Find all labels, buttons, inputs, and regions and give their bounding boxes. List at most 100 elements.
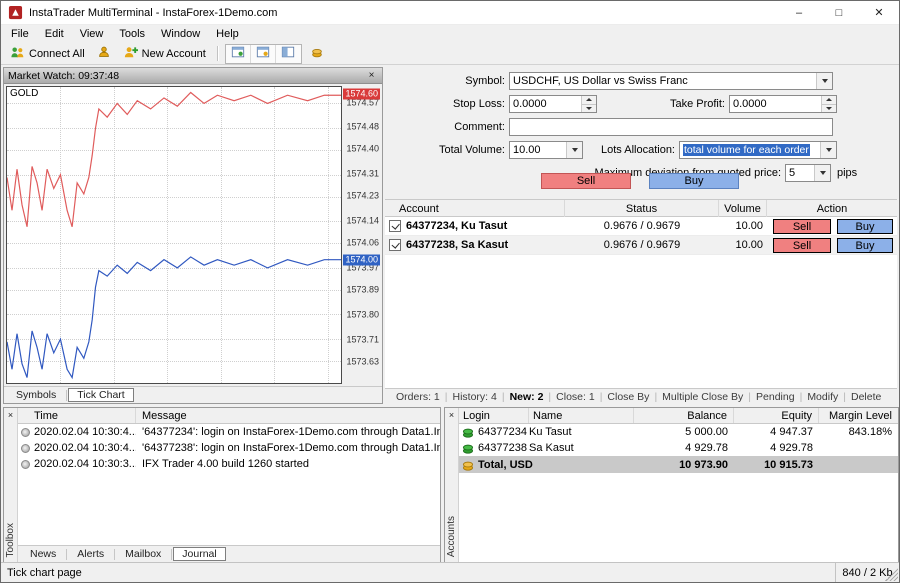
- accounts-panel: × Accounts Login Name Balance Equity Mar…: [444, 407, 899, 563]
- journal-entry-icon: [21, 460, 30, 469]
- table-row[interactable]: 64377234, Ku Tasut 0.9676 / 0.9679 10.00…: [385, 217, 897, 236]
- journal-entry-icon: [21, 428, 30, 437]
- close-button[interactable]: ✕: [859, 1, 899, 25]
- deviation-select[interactable]: 5: [785, 164, 831, 182]
- journal-row[interactable]: 2020.02.04 10:30:4... '64377238': login …: [18, 440, 440, 456]
- menu-file[interactable]: File: [3, 27, 37, 41]
- connect-all-button[interactable]: Connect All: [4, 44, 91, 64]
- take-profit-up-icon[interactable]: [822, 96, 836, 105]
- tab-symbols[interactable]: Symbols: [7, 388, 65, 402]
- accounts-action-table: Account Status Volume Action 64377234, K…: [385, 199, 897, 388]
- tab-tick-chart[interactable]: Tick Chart: [68, 388, 133, 402]
- header-action: Action: [767, 200, 897, 217]
- journal-row[interactable]: 2020.02.04 10:30:4... '64377234': login …: [18, 424, 440, 440]
- menu-view[interactable]: View: [72, 27, 112, 41]
- account-checkbox[interactable]: [389, 220, 401, 232]
- stop-loss-stepper[interactable]: 0.0000: [509, 95, 597, 113]
- menu-help[interactable]: Help: [208, 27, 247, 41]
- menu-edit[interactable]: Edit: [37, 27, 72, 41]
- comment-label: Comment:: [385, 118, 505, 136]
- balance-cell: 5 000.00: [634, 426, 734, 438]
- header-volume: Volume: [719, 200, 767, 217]
- money-icon: [462, 426, 474, 438]
- price-tick-label: 1574.23: [346, 191, 379, 202]
- money-icon: [462, 442, 474, 454]
- accounts-list-button[interactable]: [91, 45, 117, 63]
- buy-button[interactable]: Buy: [649, 173, 739, 189]
- tab-modify[interactable]: Modify: [802, 391, 843, 403]
- lots-allocation-value: total volume for each order: [683, 144, 810, 156]
- menu-tools[interactable]: Tools: [111, 27, 153, 41]
- chevron-down-icon[interactable]: [814, 165, 830, 181]
- account-checkbox[interactable]: [389, 239, 401, 251]
- toolbox-side-label[interactable]: Toolbox: [5, 523, 16, 557]
- balance-cell: 4 929.78: [634, 442, 734, 454]
- window-title: InstaTrader MultiTerminal - InstaForex-1…: [29, 7, 277, 19]
- chevron-down-icon[interactable]: [820, 142, 836, 158]
- stop-loss-up-icon[interactable]: [582, 96, 596, 105]
- accounts-header: Login Name Balance Equity Margin Level: [459, 408, 898, 424]
- total-label: Total, USD: [478, 459, 533, 471]
- accounts-close-icon[interactable]: ×: [445, 408, 458, 422]
- status-cell: 0.9676 / 0.9679: [565, 236, 719, 254]
- take-profit-down-icon[interactable]: [822, 105, 836, 113]
- tab-new[interactable]: New: 2: [505, 391, 549, 403]
- status-text: Tick chart page: [1, 567, 835, 579]
- toolbox-close-icon[interactable]: ×: [4, 408, 17, 422]
- tab-mailbox[interactable]: Mailbox: [116, 547, 170, 561]
- stop-loss-down-icon[interactable]: [582, 105, 596, 113]
- symbol-select[interactable]: USDCHF, US Dollar vs Swiss Franc: [509, 72, 833, 90]
- tab-multiple-close-by[interactable]: Multiple Close By: [657, 391, 748, 403]
- row-buy-button[interactable]: Buy: [837, 219, 893, 234]
- tab-orders[interactable]: Orders: 1: [391, 391, 445, 403]
- market-watch-header: Market Watch: 09:37:48 ×: [4, 68, 382, 84]
- account-cell: 64377234, Ku Tasut: [406, 220, 507, 232]
- lots-allocation-select[interactable]: total volume for each order: [679, 141, 837, 159]
- toggle-market-watch-button[interactable]: [226, 45, 251, 63]
- price-tick-label: 1574.48: [346, 122, 379, 133]
- tab-alerts[interactable]: Alerts: [68, 547, 113, 561]
- tab-news[interactable]: News: [21, 547, 65, 561]
- sell-button[interactable]: Sell: [541, 173, 631, 189]
- bid-line: [7, 257, 341, 378]
- tab-history[interactable]: History: 4: [448, 391, 502, 403]
- toggle-toolbox-button[interactable]: [276, 45, 301, 63]
- header-message: Message: [136, 408, 440, 423]
- header-equity: Equity: [734, 408, 819, 423]
- minimize-button[interactable]: –: [779, 1, 819, 25]
- price-tick-label: 1573.89: [346, 285, 379, 296]
- price-tick-label: 1574.14: [346, 216, 379, 227]
- margin-level-cell: 843.18%: [819, 426, 898, 438]
- table-row[interactable]: 64377238, Sa Kasut 0.9676 / 0.9679 10.00…: [385, 236, 897, 255]
- resize-grip[interactable]: [885, 568, 898, 581]
- journal-row[interactable]: 2020.02.04 10:30:3... IFX Trader 4.00 bu…: [18, 456, 440, 472]
- tab-pending[interactable]: Pending: [751, 391, 800, 403]
- comment-field[interactable]: [509, 118, 833, 136]
- coins-icon: [462, 459, 474, 471]
- equity-cell: 4 947.37: [734, 426, 819, 438]
- tab-delete[interactable]: Delete: [846, 391, 886, 403]
- tab-journal[interactable]: Journal: [173, 547, 225, 561]
- row-buy-button[interactable]: Buy: [837, 238, 893, 253]
- take-profit-stepper[interactable]: 0.0000: [729, 95, 837, 113]
- total-equity: 10 915.73: [734, 459, 819, 471]
- chevron-down-icon[interactable]: [816, 73, 832, 89]
- tick-chart-scale: 1574.571574.481574.401574.311574.231574.…: [342, 86, 382, 384]
- market-watch-close-icon[interactable]: ×: [365, 70, 378, 81]
- account-row[interactable]: 64377234 Ku Tasut 5 000.00 4 947.37 843.…: [459, 424, 898, 440]
- row-sell-button[interactable]: Sell: [773, 219, 831, 234]
- tab-close[interactable]: Close: 1: [551, 391, 600, 403]
- stop-loss-label: Stop Loss:: [385, 95, 505, 113]
- deposit-button[interactable]: [304, 45, 330, 63]
- comment-value: [510, 119, 832, 135]
- tab-close-by[interactable]: Close By: [602, 391, 654, 403]
- new-account-label: New Account: [142, 48, 206, 60]
- new-account-button[interactable]: New Account: [117, 44, 212, 64]
- menu-window[interactable]: Window: [153, 27, 208, 41]
- app-icon: [8, 5, 23, 20]
- accounts-side-label[interactable]: Accounts: [446, 516, 457, 557]
- account-row[interactable]: 64377238 Sa Kasut 4 929.78 4 929.78: [459, 440, 898, 456]
- maximize-button[interactable]: □: [819, 1, 859, 25]
- toggle-accounts-button[interactable]: [251, 45, 276, 63]
- row-sell-button[interactable]: Sell: [773, 238, 831, 253]
